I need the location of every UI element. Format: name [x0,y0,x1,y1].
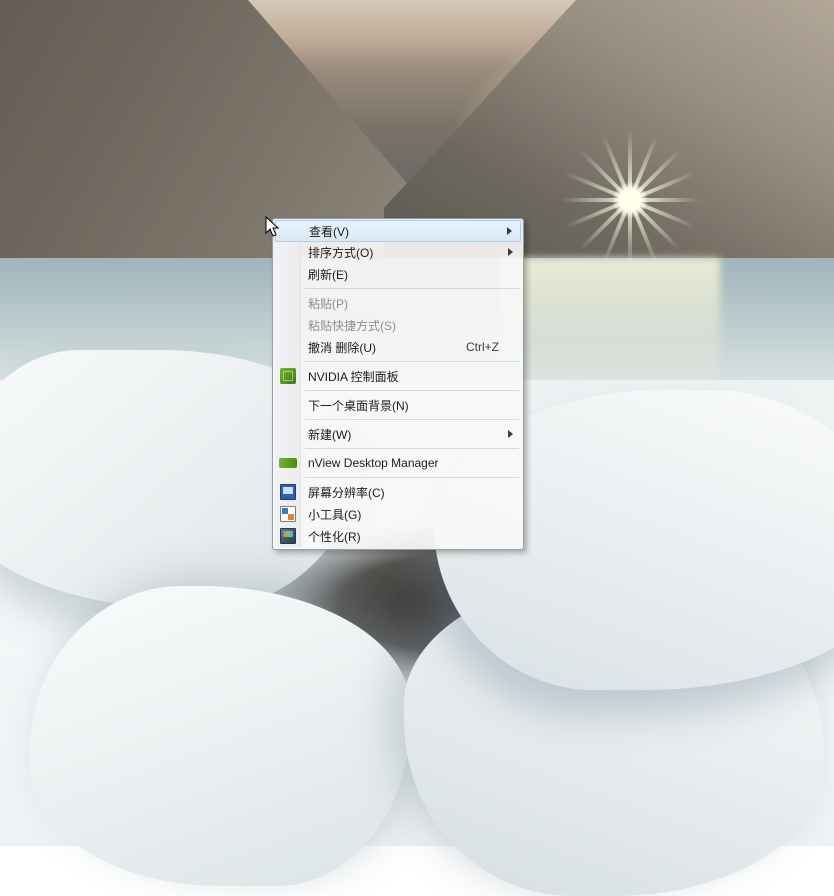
menu-item-paste-shortcut: 粘贴快捷方式(S) [275,314,521,336]
menu-item-shortcut: Ctrl+Z [466,340,499,354]
submenu-arrow-icon [508,430,513,438]
menu-separator [305,390,519,391]
menu-item-nview[interactable]: nView Desktop Manager [275,452,521,474]
menu-item-label: 排序方式(O) [308,244,373,261]
nview-icon [279,458,297,468]
menu-item-label: 撤消 删除(U) [308,339,376,356]
menu-separator [305,288,519,289]
nvidia-icon [280,368,296,384]
submenu-arrow-icon [507,227,512,235]
menu-item-next-wallpaper[interactable]: 下一个桌面背景(N) [275,394,521,416]
menu-item-gadgets[interactable]: 小工具(G) [275,503,521,525]
menu-item-label: 小工具(G) [308,506,361,523]
mouse-cursor-icon [265,216,281,240]
desktop-context-menu: 查看(V) 排序方式(O) 刷新(E) 粘贴(P) 粘贴快捷方式(S) 撤消 删… [272,218,524,550]
personalize-icon [280,528,296,544]
menu-item-label: 粘贴(P) [308,295,348,312]
menu-item-sort[interactable]: 排序方式(O) [275,241,521,263]
submenu-arrow-icon [508,248,513,256]
menu-item-label: nView Desktop Manager [308,456,439,470]
gadget-icon [280,506,296,522]
menu-item-label: 查看(V) [309,223,349,240]
menu-item-label: 屏幕分辨率(C) [308,484,385,501]
menu-item-paste: 粘贴(P) [275,292,521,314]
menu-item-screen-resolution[interactable]: 屏幕分辨率(C) [275,481,521,503]
menu-separator [305,477,519,478]
menu-item-undo-delete[interactable]: 撤消 删除(U) Ctrl+Z [275,336,521,358]
menu-item-label: 粘贴快捷方式(S) [308,317,396,334]
menu-item-view[interactable]: 查看(V) [275,220,521,242]
menu-item-label: 新建(W) [308,426,351,443]
monitor-icon [280,484,296,500]
menu-item-label: 个性化(R) [308,528,361,545]
menu-item-nvidia-panel[interactable]: NVIDIA 控制面板 [275,365,521,387]
menu-separator [305,448,519,449]
menu-item-new[interactable]: 新建(W) [275,423,521,445]
menu-item-refresh[interactable]: 刷新(E) [275,263,521,285]
menu-item-label: 刷新(E) [308,266,348,283]
menu-separator [305,361,519,362]
menu-item-personalize[interactable]: 个性化(R) [275,525,521,547]
menu-separator [305,419,519,420]
menu-item-label: NVIDIA 控制面板 [308,368,399,385]
menu-item-label: 下一个桌面背景(N) [308,397,409,414]
